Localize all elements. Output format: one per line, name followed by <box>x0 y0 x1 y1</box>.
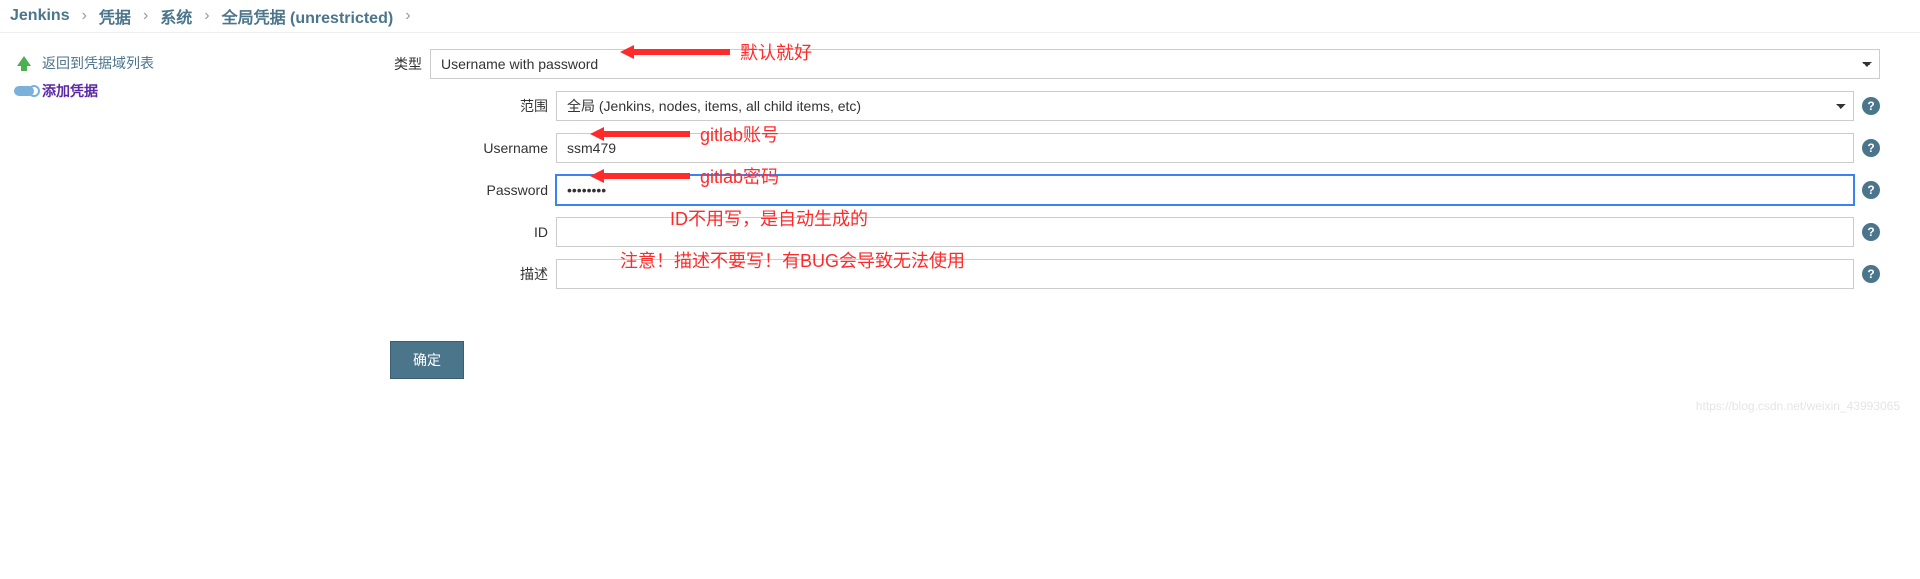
key-icon <box>10 86 38 96</box>
help-icon[interactable]: ? <box>1862 139 1880 157</box>
breadcrumb: Jenkins › 凭据 › 系统 › 全局凭据 (unrestricted) … <box>0 0 1920 33</box>
submit-button[interactable]: 确定 <box>390 341 464 379</box>
breadcrumb-jenkins[interactable]: Jenkins <box>10 7 74 25</box>
username-input[interactable] <box>556 133 1854 163</box>
label-id: ID <box>468 224 548 240</box>
breadcrumb-global-credentials[interactable]: 全局凭据 (unrestricted) <box>218 4 398 28</box>
scope-select[interactable]: 全局 (Jenkins, nodes, items, all child ite… <box>556 91 1854 121</box>
chevron-right-icon: › <box>196 7 217 25</box>
label-username: Username <box>468 140 548 156</box>
chevron-right-icon: › <box>397 7 418 25</box>
label-scope: 范围 <box>468 96 548 116</box>
sidebar-item-label: 返回到凭据域列表 <box>42 53 154 73</box>
chevron-right-icon: › <box>74 7 95 25</box>
sidebar-item-add-credentials[interactable]: 添加凭据 <box>10 77 370 105</box>
label-description: 描述 <box>468 264 548 284</box>
password-input[interactable] <box>556 175 1854 205</box>
label-password: Password <box>468 182 548 198</box>
label-type: 类型 <box>390 54 422 74</box>
description-input[interactable] <box>556 259 1854 289</box>
help-icon[interactable]: ? <box>1862 223 1880 241</box>
chevron-right-icon: › <box>135 7 156 25</box>
id-input[interactable] <box>556 217 1854 247</box>
watermark-text: https://blog.csdn.net/weixin_43993065 <box>1696 399 1900 413</box>
help-icon[interactable]: ? <box>1862 265 1880 283</box>
breadcrumb-system[interactable]: 系统 <box>156 4 196 28</box>
help-icon[interactable]: ? <box>1862 97 1880 115</box>
sidebar-item-label: 添加凭据 <box>42 81 98 101</box>
form-container: 类型 Username with password 范围 全局 (Jenkins… <box>380 33 1920 419</box>
help-icon[interactable]: ? <box>1862 181 1880 199</box>
sidebar: 返回到凭据域列表 添加凭据 <box>0 33 380 121</box>
breadcrumb-credentials[interactable]: 凭据 <box>95 4 135 28</box>
type-select[interactable]: Username with password <box>430 49 1880 79</box>
sidebar-item-back[interactable]: 返回到凭据域列表 <box>10 49 370 77</box>
up-arrow-icon <box>10 54 38 72</box>
